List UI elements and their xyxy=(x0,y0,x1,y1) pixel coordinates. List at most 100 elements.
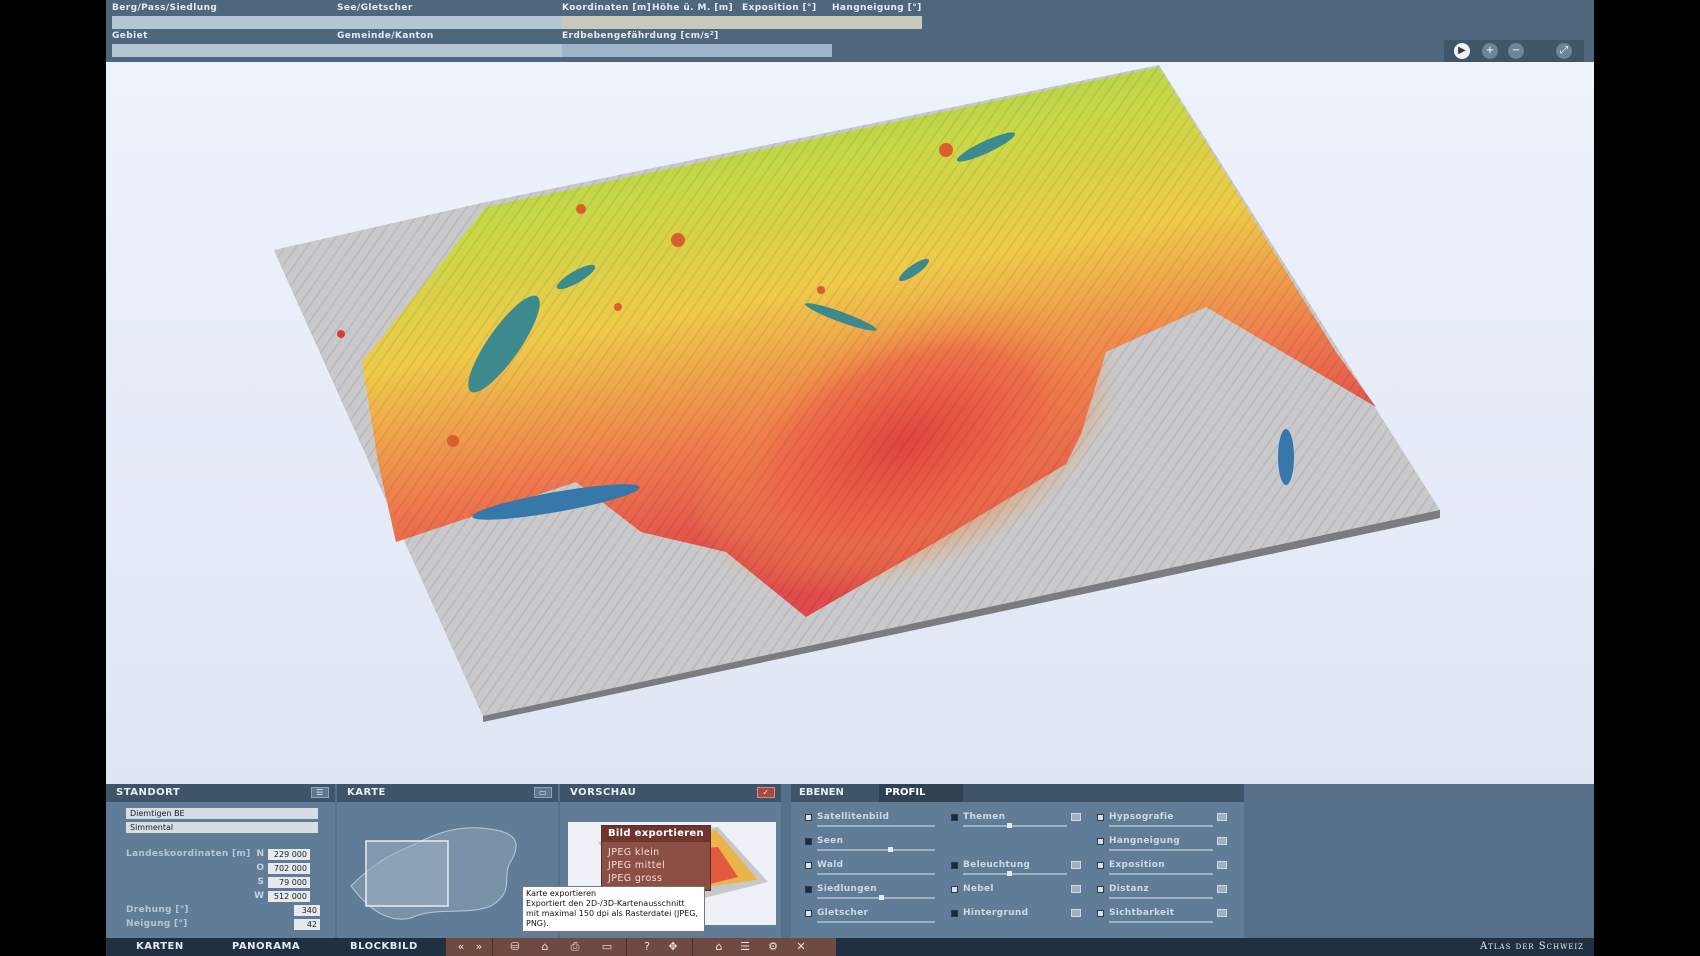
settings-icon[interactable] xyxy=(1071,909,1081,917)
layer-sichtbarkeit[interactable]: Sichtbarkeit xyxy=(1097,908,1227,926)
slider-knob[interactable] xyxy=(1007,823,1012,828)
tab-panorama[interactable]: PANORAMA xyxy=(232,938,300,956)
checkbox[interactable] xyxy=(1097,814,1104,821)
settings-icon[interactable] xyxy=(1217,837,1227,845)
settings-icon[interactable] xyxy=(1217,813,1227,821)
tab-karten[interactable]: KARTEN xyxy=(136,938,184,956)
settings-icon[interactable] xyxy=(1071,885,1081,893)
start-icon[interactable]: ⌂ xyxy=(710,938,728,956)
tooltip-title: Karte exportieren xyxy=(526,889,597,898)
opacity-slider[interactable] xyxy=(817,849,935,851)
close-icon[interactable]: ✕ xyxy=(792,938,810,956)
opacity-slider[interactable] xyxy=(817,873,935,875)
overview-frame[interactable] xyxy=(365,840,449,907)
tab-profil[interactable]: PROFIL xyxy=(879,784,963,802)
checkmark-icon[interactable]: ✓ xyxy=(757,787,775,798)
layer-exposition[interactable]: Exposition xyxy=(1097,860,1227,878)
s-value[interactable]: 79 000 xyxy=(268,877,310,888)
map-icon[interactable]: ▭ xyxy=(534,787,552,798)
checkbox[interactable] xyxy=(805,862,812,869)
layer-hangneigung[interactable]: Hangneigung xyxy=(1097,836,1227,854)
settings-icon[interactable] xyxy=(1071,861,1081,869)
opacity-slider[interactable] xyxy=(963,825,1067,827)
export-jpeg-large[interactable]: JPEG gross xyxy=(602,872,710,885)
layer-gletscher[interactable]: Gletscher xyxy=(805,908,935,926)
checkbox[interactable] xyxy=(1097,862,1104,869)
move-icon[interactable]: ✥ xyxy=(664,938,682,956)
vorschau-title: VORSCHAU xyxy=(570,787,637,798)
layers-panel: EBENEN PROFIL Satellitenbild Seen Wald S… xyxy=(791,784,1244,938)
layer-wald[interactable]: Wald xyxy=(805,860,935,878)
n-value[interactable]: 229 000 xyxy=(268,849,310,860)
checkbox[interactable] xyxy=(805,838,812,845)
database-icon[interactable]: ⛁ xyxy=(506,938,524,956)
tab-blockbild[interactable]: BLOCKBILD xyxy=(350,938,418,956)
layer-beleuchtung[interactable]: Beleuchtung xyxy=(951,860,1081,878)
zoom-in-icon[interactable]: + xyxy=(1482,43,1498,59)
hangneigung-value xyxy=(832,16,922,29)
prev-icon[interactable]: « xyxy=(452,938,470,956)
checkbox[interactable] xyxy=(951,862,958,869)
tab-ebenen[interactable]: EBENEN xyxy=(791,784,879,802)
settings-icon[interactable] xyxy=(1217,861,1227,869)
opacity-slider[interactable] xyxy=(817,897,935,899)
export-jpeg-small[interactable]: JPEG klein xyxy=(602,846,710,859)
opacity-slider[interactable] xyxy=(817,921,935,923)
standort-header: STANDORT ☰ xyxy=(106,784,335,802)
checkbox[interactable] xyxy=(951,910,958,917)
checkbox[interactable] xyxy=(805,886,812,893)
layer-hintergrund[interactable]: Hintergrund xyxy=(951,908,1081,926)
place-input[interactable]: Diemtigen BE xyxy=(126,808,318,819)
checkbox[interactable] xyxy=(951,886,958,893)
export-jpeg-medium[interactable]: JPEG mittel xyxy=(602,859,710,872)
settings-icon[interactable] xyxy=(1071,813,1081,821)
layer-satellitenbild[interactable]: Satellitenbild xyxy=(805,812,935,830)
zoom-out-icon[interactable]: − xyxy=(1508,43,1524,59)
opacity-slider[interactable] xyxy=(963,873,1067,875)
settings-icon[interactable] xyxy=(1217,909,1227,917)
layer-label: Distanz xyxy=(1109,884,1150,894)
checkbox[interactable] xyxy=(951,814,958,821)
slider-knob[interactable] xyxy=(879,895,884,900)
slider-knob[interactable] xyxy=(888,847,893,852)
slider-knob[interactable] xyxy=(1007,871,1012,876)
layer-themen[interactable]: Themen xyxy=(951,812,1081,830)
see-field: See/Gletscher xyxy=(337,2,562,29)
settings-icon[interactable]: ⚙ xyxy=(764,938,782,956)
next-icon[interactable]: » xyxy=(470,938,488,956)
gemeinde-field: Gemeinde/Kanton xyxy=(337,30,562,57)
drehung-value[interactable]: 340 xyxy=(294,905,320,916)
opacity-slider[interactable] xyxy=(1109,897,1213,899)
w-value[interactable]: 512 000 xyxy=(268,891,310,902)
layer-seen[interactable]: Seen xyxy=(805,836,935,854)
play-icon[interactable]: ▶ xyxy=(1454,43,1470,59)
layer-siedlungen[interactable]: Siedlungen xyxy=(805,884,935,902)
checkbox[interactable] xyxy=(805,910,812,917)
o-value[interactable]: 702 000 xyxy=(268,863,310,874)
overview-map[interactable] xyxy=(341,806,551,934)
layer-nebel[interactable]: Nebel xyxy=(951,884,1081,902)
checkbox[interactable] xyxy=(1097,838,1104,845)
opacity-slider[interactable] xyxy=(817,825,935,827)
home-icon[interactable]: ⌂ xyxy=(536,938,554,956)
checkbox[interactable] xyxy=(1097,886,1104,893)
help-icon[interactable]: ? xyxy=(638,938,656,956)
layer-hypsografie[interactable]: Hypsografie xyxy=(1097,812,1227,830)
opacity-slider[interactable] xyxy=(1109,825,1213,827)
list-icon[interactable]: ☰ xyxy=(311,787,329,798)
index-icon[interactable]: ☰ xyxy=(736,938,754,956)
export-icon[interactable]: ▭ xyxy=(598,938,616,956)
opacity-slider[interactable] xyxy=(1109,849,1213,851)
opacity-slider[interactable] xyxy=(1109,921,1213,923)
terrain-block[interactable] xyxy=(106,62,1594,784)
region-input[interactable]: Simmental xyxy=(126,822,318,833)
layer-distanz[interactable]: Distanz xyxy=(1097,884,1227,902)
settings-icon[interactable] xyxy=(1217,885,1227,893)
checkbox[interactable] xyxy=(805,814,812,821)
print-icon[interactable]: ⎙ xyxy=(566,938,584,956)
blockbild-viewport[interactable] xyxy=(106,62,1594,784)
fullscreen-icon[interactable]: ⤢ xyxy=(1556,43,1572,59)
checkbox[interactable] xyxy=(1097,910,1104,917)
neigung-value[interactable]: 42 xyxy=(294,919,320,930)
opacity-slider[interactable] xyxy=(1109,873,1213,875)
